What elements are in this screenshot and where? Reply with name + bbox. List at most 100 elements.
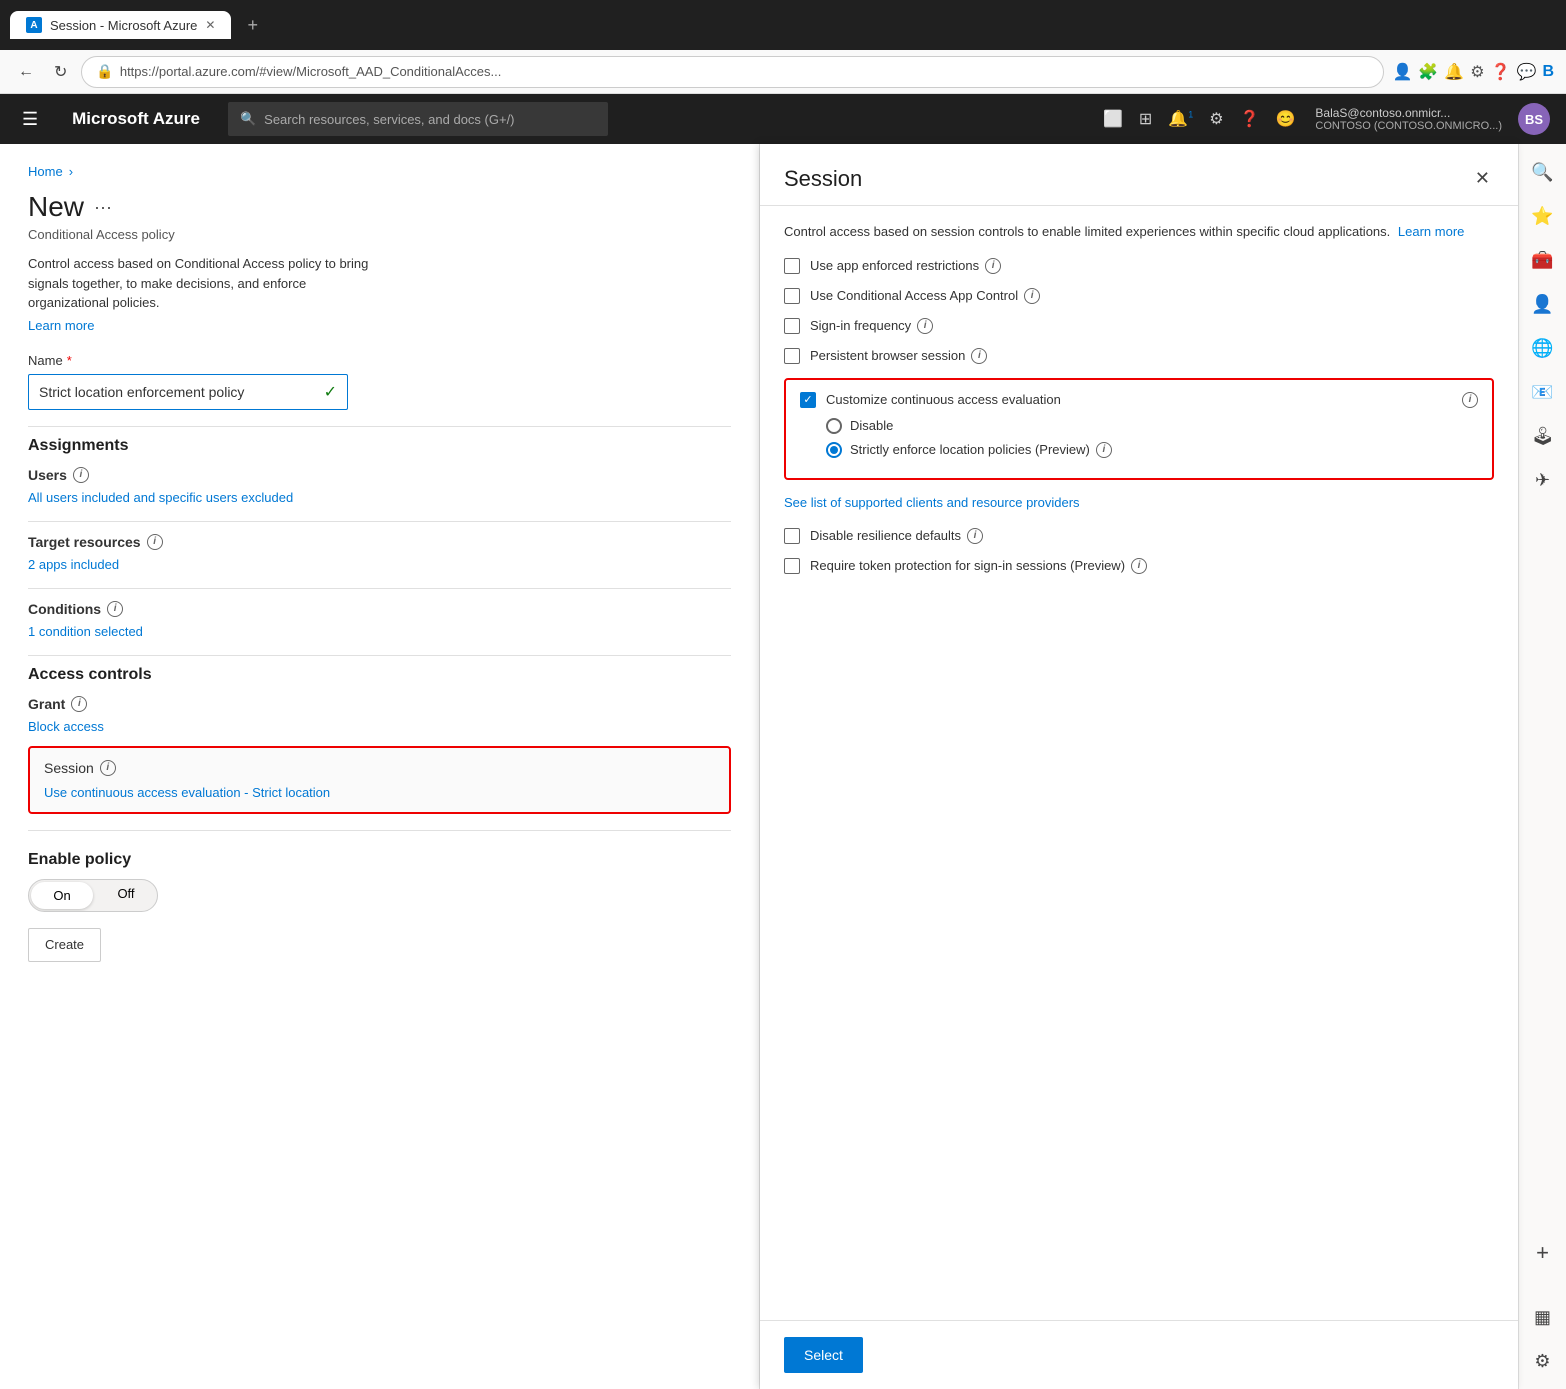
checkbox-app-enforced: Use app enforced restrictions i xyxy=(784,258,1494,274)
disable-resilience-checkbox[interactable] xyxy=(784,528,800,544)
sidebar-user-icon[interactable]: 👤 xyxy=(1523,284,1563,324)
cae-info-icon[interactable]: i xyxy=(1462,392,1478,408)
radio-strict-location: Strictly enforce location policies (Prev… xyxy=(826,442,1478,458)
cae-label-row: Customize continuous access evaluation i xyxy=(826,392,1478,408)
sidebar-globe-icon[interactable]: 🌐 xyxy=(1523,328,1563,368)
sidebar-game-icon[interactable]: 🕹 xyxy=(1523,416,1563,456)
close-pane-button[interactable]: ✕ xyxy=(1471,164,1494,193)
session-info-icon[interactable]: i xyxy=(100,760,116,776)
create-button[interactable]: Create xyxy=(28,928,101,962)
supported-clients-link[interactable]: See list of supported clients and resour… xyxy=(784,494,1494,512)
address-bar[interactable]: 🔒 https://portal.azure.com/#view/Microso… xyxy=(81,56,1384,88)
help-icon[interactable]: ❓ xyxy=(1491,62,1511,82)
persistent-browser-checkbox[interactable] xyxy=(784,348,800,364)
conditions-value[interactable]: 1 condition selected xyxy=(28,624,143,639)
sidebar-layout-icon[interactable]: ▦ xyxy=(1523,1297,1563,1337)
help-circle[interactable]: ❓ xyxy=(1236,105,1264,133)
bing-icon[interactable]: B xyxy=(1542,63,1554,81)
settings-icon[interactable]: ⚙ xyxy=(1470,62,1484,82)
token-protection-checkbox[interactable] xyxy=(784,558,800,574)
toggle-off-option[interactable]: Off xyxy=(95,880,157,911)
sidebar-gear-icon[interactable]: ⚙ xyxy=(1523,1341,1563,1381)
checkbox-persistent-browser: Persistent browser session i xyxy=(784,348,1494,364)
url-text: https://portal.azure.com/#view/Microsoft… xyxy=(120,64,502,79)
tab-close-button[interactable]: ✕ xyxy=(205,18,215,32)
name-input[interactable]: Strict location enforcement policy ✓ xyxy=(28,374,348,410)
app-enforced-checkbox[interactable] xyxy=(784,258,800,274)
settings-gear[interactable]: ⚙ xyxy=(1205,105,1227,133)
radio-disable-label: Disable xyxy=(850,418,893,433)
grant-value[interactable]: Block access xyxy=(28,719,104,734)
checkbox-ca-app-control: Use Conditional Access App Control i xyxy=(784,288,1494,304)
token-protection-info[interactable]: i xyxy=(1131,558,1147,574)
radio-disable-input[interactable] xyxy=(826,418,842,434)
extensions-icon[interactable]: 🧩 xyxy=(1418,62,1438,82)
strict-location-info-icon[interactable]: i xyxy=(1096,442,1112,458)
notifications-icon[interactable]: 🔔 xyxy=(1444,62,1464,82)
azure-search-box[interactable]: 🔍 Search resources, services, and docs (… xyxy=(228,102,608,136)
back-button[interactable]: ← xyxy=(12,57,40,87)
token-protection-label: Require token protection for sign-in ses… xyxy=(810,558,1147,574)
cae-checkbox[interactable]: ✓ xyxy=(800,392,816,408)
name-label: Name * xyxy=(28,353,731,368)
sidebar-search-icon[interactable]: 🔍 xyxy=(1523,152,1563,192)
page-title-ellipsis[interactable]: ··· xyxy=(94,197,112,218)
sidebar-plane-icon[interactable]: ✈ xyxy=(1523,460,1563,500)
grant-info-icon[interactable]: i xyxy=(71,696,87,712)
topbar-icons: ⬜ ⊞ 🔔1 ⚙ ❓ 😊 BalaS@contoso.onmicr... CON… xyxy=(1099,103,1550,135)
checkbox-disable-resilience: Disable resilience defaults i xyxy=(784,528,1494,544)
ca-app-control-checkbox[interactable] xyxy=(784,288,800,304)
learn-more-link[interactable]: Learn more xyxy=(28,318,94,333)
feedback-face[interactable]: 😊 xyxy=(1271,105,1299,133)
breadcrumb-home[interactable]: Home xyxy=(28,164,63,179)
sign-in-freq-info[interactable]: i xyxy=(917,318,933,334)
session-value[interactable]: Use continuous access evaluation - Stric… xyxy=(44,785,330,800)
select-button[interactable]: Select xyxy=(784,1337,863,1373)
sidebar-toolkit-icon[interactable]: 🧰 xyxy=(1523,240,1563,280)
pane-footer: Select xyxy=(760,1320,1518,1389)
users-info-icon[interactable]: i xyxy=(73,467,89,483)
pane-learn-more-link[interactable]: Learn more xyxy=(1398,224,1464,239)
enable-policy-title: Enable policy xyxy=(28,851,731,869)
conditions-subsection: Conditions i 1 condition selected xyxy=(28,601,731,639)
target-resources-subsection: Target resources i 2 apps included xyxy=(28,534,731,572)
persistent-browser-label: Persistent browser session i xyxy=(810,348,987,364)
sign-in-freq-checkbox[interactable] xyxy=(784,318,800,334)
ca-app-control-info[interactable]: i xyxy=(1024,288,1040,304)
directory-icon[interactable]: ⊞ xyxy=(1135,105,1156,133)
browser-tab[interactable]: A Session - Microsoft Azure ✕ xyxy=(10,11,231,39)
sidebar-add-icon[interactable]: + xyxy=(1523,1233,1563,1273)
users-value[interactable]: All users included and specific users ex… xyxy=(28,490,293,505)
users-subsection: Users i All users included and specific … xyxy=(28,467,731,505)
name-section: Name * Strict location enforcement polic… xyxy=(28,353,731,410)
target-info-icon[interactable]: i xyxy=(147,534,163,550)
sidebar-favorites-icon[interactable]: ⭐ xyxy=(1523,196,1563,236)
user-avatar[interactable]: BS xyxy=(1518,103,1550,135)
hamburger-menu[interactable]: ☰ xyxy=(16,103,44,136)
profile-icon[interactable]: 👤 xyxy=(1392,62,1412,82)
page-title: New ··· xyxy=(28,191,731,223)
main-layout: Home › New ··· Conditional Access policy… xyxy=(0,144,1566,1389)
sidebar-mail-icon[interactable]: 📧 xyxy=(1523,372,1563,412)
new-tab-button[interactable]: + xyxy=(239,11,266,40)
browser-action-icons: 👤 🧩 🔔 ⚙ ❓ 💬 B xyxy=(1392,62,1554,82)
conditions-info-icon[interactable]: i xyxy=(107,601,123,617)
target-divider xyxy=(28,521,731,522)
forward-button[interactable]: ↻ xyxy=(48,56,73,88)
cloud-shell-icon[interactable]: ⬜ xyxy=(1099,105,1127,133)
notification-bell[interactable]: 🔔1 xyxy=(1164,105,1197,133)
feedback-icon[interactable]: 💬 xyxy=(1517,62,1537,82)
azure-topbar: ☰ Microsoft Azure 🔍 Search resources, se… xyxy=(0,94,1566,144)
disable-resilience-info[interactable]: i xyxy=(967,528,983,544)
cae-label-text: Customize continuous access evaluation xyxy=(826,392,1061,407)
toggle-on-option[interactable]: On xyxy=(31,882,93,909)
radio-strict-location-input[interactable] xyxy=(826,442,842,458)
app-enforced-info[interactable]: i xyxy=(985,258,1001,274)
target-resources-value[interactable]: 2 apps included xyxy=(28,557,119,572)
checkbox-token-protection: Require token protection for sign-in ses… xyxy=(784,558,1494,574)
page-title-text: New xyxy=(28,191,84,223)
enable-policy-divider xyxy=(28,830,731,831)
enable-policy-toggle[interactable]: On Off xyxy=(28,879,158,912)
session-box-title: Session i xyxy=(44,760,715,776)
persistent-browser-info[interactable]: i xyxy=(971,348,987,364)
